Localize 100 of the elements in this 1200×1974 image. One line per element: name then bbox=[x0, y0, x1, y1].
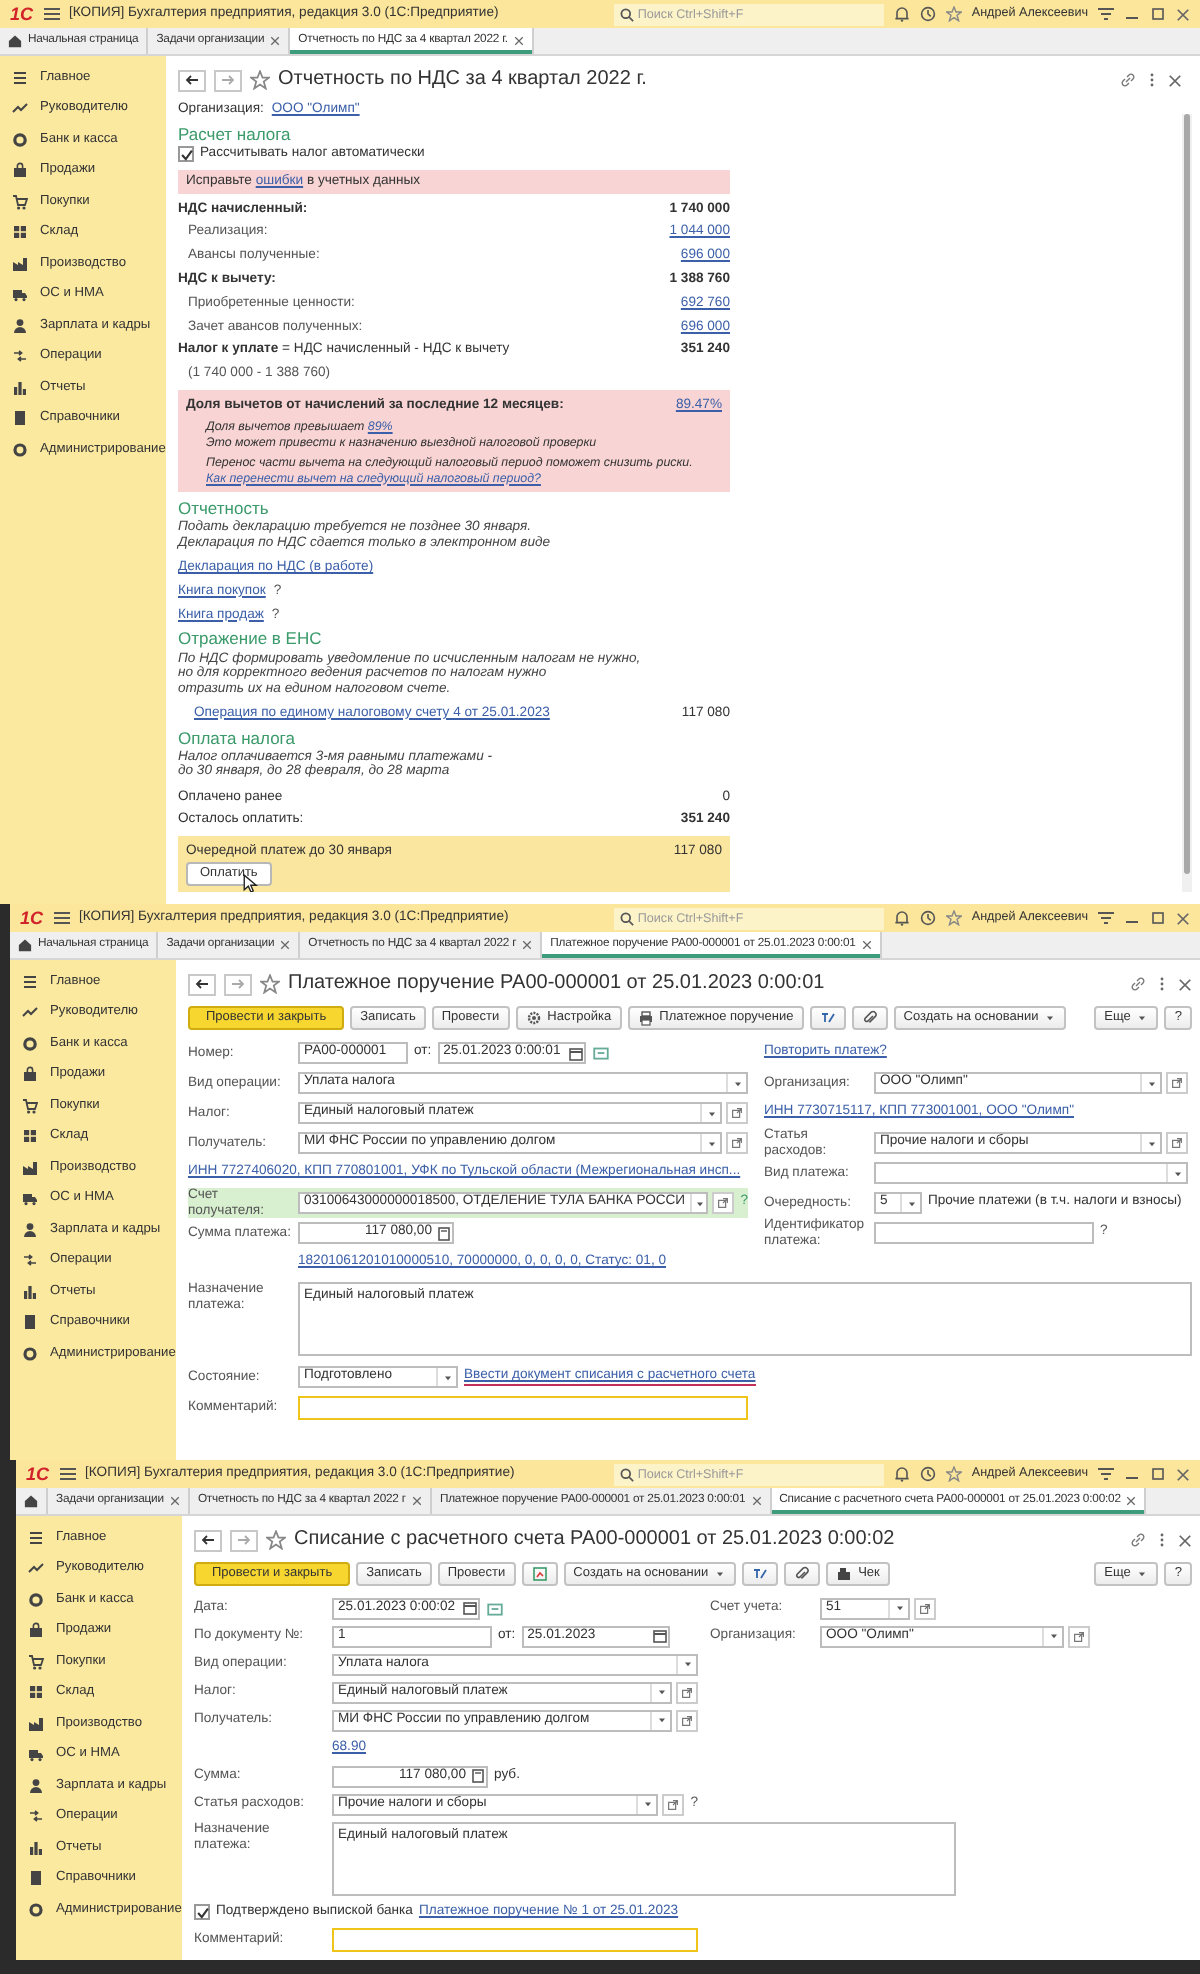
dropdown-button[interactable] bbox=[700, 1134, 720, 1152]
back-button[interactable] bbox=[188, 973, 216, 995]
grid-icon bbox=[22, 1128, 38, 1145]
dropdown-button[interactable] bbox=[888, 1599, 908, 1617]
menu-icon[interactable] bbox=[59, 1466, 76, 1482]
dropdown-button[interactable] bbox=[676, 1655, 696, 1673]
cart-icon bbox=[22, 1097, 38, 1114]
dropdown-button[interactable] bbox=[900, 1194, 920, 1212]
lines-icon[interactable] bbox=[1098, 1466, 1114, 1482]
check-icon bbox=[195, 1905, 209, 1919]
dropdown-button[interactable] bbox=[650, 1683, 670, 1701]
checkbox[interactable] bbox=[194, 1904, 210, 1920]
printer-icon bbox=[637, 1010, 654, 1026]
calendar-icon bbox=[651, 1628, 668, 1644]
section-heading: Расчет налога bbox=[178, 121, 293, 144]
list-icon bbox=[28, 1529, 44, 1546]
dropdown-button[interactable] bbox=[1140, 1134, 1160, 1152]
close-icon[interactable] bbox=[1176, 1467, 1190, 1481]
menu-icon[interactable] bbox=[43, 6, 60, 22]
close-icon[interactable] bbox=[1176, 911, 1190, 925]
grid-icon bbox=[12, 224, 28, 241]
truck-icon bbox=[28, 1746, 44, 1763]
arrows-icon bbox=[22, 1252, 38, 1269]
report-button[interactable] bbox=[521, 1562, 558, 1586]
bell-icon[interactable] bbox=[893, 6, 910, 22]
close-icon[interactable] bbox=[1176, 7, 1190, 21]
maximize-icon[interactable] bbox=[1150, 1466, 1166, 1482]
dropdown-button[interactable] bbox=[1042, 1627, 1062, 1645]
list-icon bbox=[12, 69, 28, 86]
history-icon[interactable] bbox=[919, 910, 936, 926]
arrow-left-icon bbox=[200, 1532, 216, 1548]
dropdown-button[interactable] bbox=[436, 1368, 456, 1386]
open-button[interactable] bbox=[726, 1102, 748, 1124]
open-button[interactable] bbox=[662, 1793, 685, 1815]
caret-icon bbox=[1171, 1167, 1183, 1179]
star-icon[interactable] bbox=[266, 1530, 286, 1550]
dropdown-field[interactable] bbox=[874, 1162, 1188, 1184]
section-heading: Оплата налога bbox=[178, 725, 297, 748]
open-icon bbox=[666, 1797, 681, 1811]
dropdown-button[interactable] bbox=[726, 1074, 746, 1092]
dt-kt-button[interactable] bbox=[742, 1562, 779, 1586]
home-icon bbox=[24, 1494, 38, 1508]
dropdown-button[interactable] bbox=[689, 1194, 707, 1212]
link-icon[interactable] bbox=[1130, 1532, 1146, 1548]
star-icon[interactable] bbox=[945, 1466, 962, 1482]
star-icon[interactable] bbox=[945, 6, 962, 22]
comment-field[interactable] bbox=[332, 1928, 698, 1952]
maximize-icon[interactable] bbox=[1150, 6, 1166, 22]
open-button[interactable] bbox=[712, 1192, 735, 1214]
factory-icon bbox=[12, 255, 28, 272]
arrows-icon bbox=[12, 348, 28, 365]
menu-icon[interactable] bbox=[53, 910, 70, 926]
calendar-icon bbox=[567, 1045, 584, 1061]
open-button[interactable] bbox=[1166, 1072, 1188, 1094]
open-button[interactable] bbox=[914, 1597, 936, 1619]
link-icon[interactable] bbox=[1130, 976, 1146, 992]
back-button[interactable] bbox=[178, 69, 206, 91]
attach-button[interactable] bbox=[851, 1006, 888, 1030]
caret-icon bbox=[441, 1371, 453, 1383]
maximize-icon[interactable] bbox=[1150, 910, 1166, 926]
open-button[interactable] bbox=[1166, 1132, 1188, 1154]
close-icon[interactable] bbox=[1178, 1533, 1192, 1547]
coin-icon bbox=[12, 131, 28, 148]
dropdown-button[interactable] bbox=[700, 1104, 720, 1122]
lines-icon[interactable] bbox=[1098, 6, 1114, 22]
trend-icon bbox=[28, 1560, 44, 1577]
star-icon[interactable] bbox=[260, 974, 280, 994]
open-button[interactable] bbox=[676, 1709, 698, 1731]
back-button[interactable] bbox=[194, 1529, 222, 1551]
dropdown-button[interactable] bbox=[650, 1711, 670, 1729]
history-icon[interactable] bbox=[919, 6, 936, 22]
bell-icon[interactable] bbox=[893, 1466, 910, 1482]
search-icon bbox=[619, 911, 634, 925]
text-field[interactable] bbox=[874, 1222, 1094, 1244]
cart-icon bbox=[28, 1653, 44, 1670]
open-button[interactable] bbox=[726, 1132, 748, 1154]
bell-icon[interactable] bbox=[893, 910, 910, 926]
dropdown-button[interactable] bbox=[1166, 1164, 1186, 1182]
dt-kt-button[interactable] bbox=[809, 1006, 846, 1030]
history-icon[interactable] bbox=[919, 1466, 936, 1482]
dropdown-button[interactable] bbox=[1140, 1074, 1160, 1092]
search-icon bbox=[619, 7, 634, 21]
trend-icon bbox=[22, 1004, 38, 1021]
calculator-icon bbox=[470, 1768, 486, 1784]
checkbox[interactable] bbox=[178, 146, 194, 163]
star-icon[interactable] bbox=[250, 70, 270, 90]
open-button[interactable] bbox=[676, 1681, 698, 1703]
star-icon[interactable] bbox=[945, 910, 962, 926]
book-icon bbox=[28, 1870, 44, 1887]
close-icon[interactable] bbox=[1168, 73, 1182, 87]
bag-icon bbox=[12, 162, 28, 179]
home-icon bbox=[18, 938, 32, 952]
lines-icon[interactable] bbox=[1098, 910, 1114, 926]
open-button[interactable] bbox=[1068, 1625, 1090, 1647]
list-icon bbox=[22, 973, 38, 990]
scrollbar[interactable] bbox=[1182, 114, 1192, 892]
close-icon[interactable] bbox=[1178, 977, 1192, 991]
link-icon[interactable] bbox=[1120, 72, 1136, 88]
attach-button[interactable] bbox=[784, 1562, 821, 1586]
comment-field[interactable] bbox=[298, 1395, 748, 1419]
